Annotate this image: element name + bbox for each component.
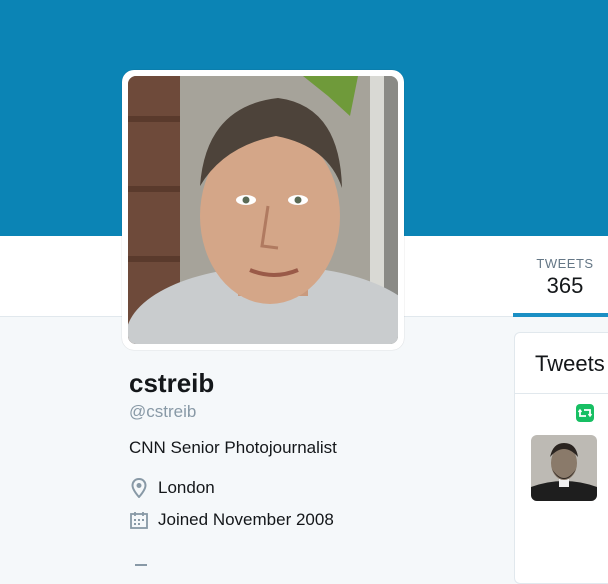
tab-tweets[interactable]: TWEETS 365 xyxy=(513,236,608,317)
profile-joined-text: Joined November 2008 xyxy=(158,510,334,529)
calendar-icon xyxy=(129,510,149,530)
tab-tweets-label: TWEETS xyxy=(536,256,594,271)
profile-bio: CNN Senior Photojournalist xyxy=(129,438,337,457)
avatar[interactable] xyxy=(122,70,404,350)
profile-location-text: London xyxy=(158,478,215,497)
profile-name[interactable]: cstreib xyxy=(129,368,214,399)
profile-location: London xyxy=(129,478,215,498)
tweet-author-avatar[interactable] xyxy=(531,435,597,501)
avatar-photo xyxy=(128,76,398,344)
map-pin-icon xyxy=(129,478,149,498)
profile-handle[interactable]: @cstreib xyxy=(129,402,196,422)
timeline-heading: Tweets xyxy=(535,351,605,376)
timeline-panel: Tweets xyxy=(514,332,608,584)
profile-joined: Joined November 2008 xyxy=(129,510,334,530)
link-icon xyxy=(135,564,147,570)
retweet-icon xyxy=(576,404,594,422)
tab-tweets-count: 365 xyxy=(546,273,584,298)
active-tab-indicator xyxy=(513,313,608,317)
timeline-divider xyxy=(515,393,608,394)
